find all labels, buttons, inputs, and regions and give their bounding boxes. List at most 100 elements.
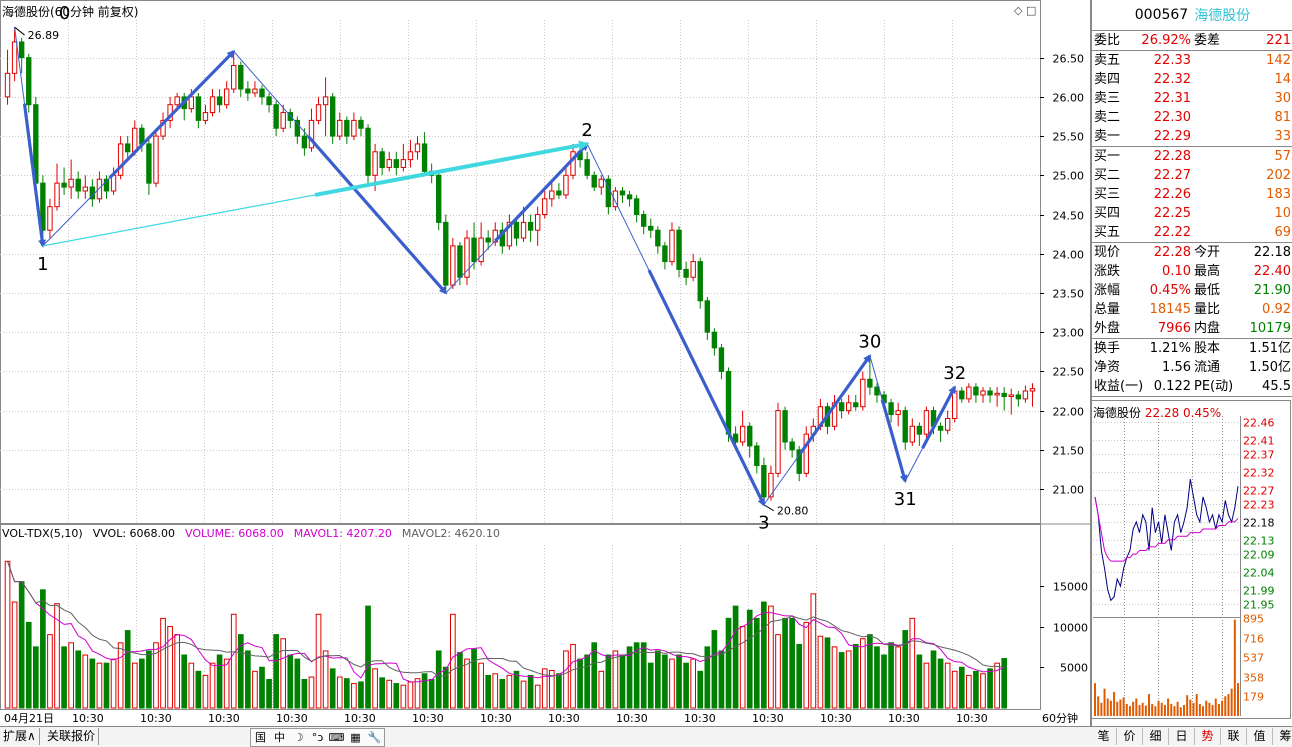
tool-icon[interactable]: ▦ [346,729,365,746]
volume-bar [301,678,308,709]
wave-label: 32 [943,363,966,384]
bid-volume: 69 [1274,225,1291,240]
volume-bar [96,662,103,709]
tool-icon[interactable]: 中 [270,729,289,746]
volume-bar [824,637,831,709]
bid-row: 买三 22.26 183 [1092,185,1292,204]
low-label: 20.80 [777,505,809,518]
volume-bar [838,652,845,709]
volume-bar [379,677,385,709]
tool-icon[interactable]: °ɔ [308,729,327,746]
stat-value: 1.21% [1149,341,1191,356]
tool-icon[interactable]: 🔧 [365,729,384,746]
volume-bar [245,650,251,709]
time-tick-label: 10:30 [72,712,104,725]
related-quote-button[interactable]: 关联报价 [44,728,100,745]
low-marker-line [763,504,775,512]
candle-body [223,88,230,106]
tool-strip: 国中 ☽ °ɔ ⌨ ▦ 🔧 [250,728,385,747]
stat-row: 涨跌 0.10 最高 22.40 [1092,262,1292,281]
side-tab[interactable]: 价 [1117,728,1143,745]
candle-body [747,425,753,447]
candle-body [464,237,470,278]
volume-bar [68,642,74,709]
candle-body [669,229,675,263]
volume-bar [259,666,265,709]
side-tab[interactable]: 联 [1221,728,1247,745]
side-tab[interactable]: 日 [1169,728,1195,745]
tool-icon[interactable]: ⌨ [327,729,346,746]
volume-bar [117,642,124,709]
volume-bar [372,668,378,709]
candle-body [153,135,159,184]
candle-body [697,261,703,302]
candle-body [619,190,626,196]
ask-row: 卖二 22.30 81 [1092,108,1292,127]
stat-row: 现价 22.28 今开 22.18 [1092,243,1292,262]
period-label[interactable]: 60分钟 [1042,710,1078,726]
candle-body [386,159,392,168]
volume-bar [400,684,407,709]
volume-bar [485,674,492,709]
stat-value: 1.51亿 [1249,341,1291,356]
ask-volume: 142 [1266,53,1291,68]
volume-bar [874,646,880,709]
time-tick-label: 10:30 [888,712,920,725]
volume-bar [428,678,435,709]
stat-label: 量比 [1194,302,1221,317]
ask-label: 卖五 [1094,53,1121,68]
stat-value: 0.10 [1162,264,1191,279]
wave-arrow [799,354,872,454]
volume-bar [697,670,704,709]
volume-bar [174,634,181,709]
volume-bar [796,643,803,709]
volume-bar [139,658,145,709]
candle-body [146,143,152,184]
candle-body [895,410,901,416]
candle-body [117,143,124,176]
tool-icon[interactable]: 国 [251,729,270,746]
volume-bar [930,650,937,709]
bid-price: 22.26 [1153,187,1191,202]
stock-code: 000567 [1134,7,1189,23]
side-tab[interactable]: 值 [1247,728,1273,745]
time-tick-label: 10:30 [344,712,376,725]
volume-bar [909,617,916,709]
side-tab[interactable]: 笔 [1091,728,1117,745]
candle-body [54,182,60,208]
candle-body [966,386,972,400]
volume-bar [124,630,131,709]
tool-icon[interactable]: ☽ [289,729,308,746]
ask-book: 卖五 22.33 142 卖四 22.32 14 卖三 22.31 30 卖二 22.30 81 卖一 2… [1092,51,1292,147]
side-tab[interactable]: 细 [1143,728,1169,745]
volume-bar [831,646,838,709]
side-tab[interactable]: 势 [1195,728,1221,745]
time-tick-label: 10:30 [752,712,784,725]
stat-label: 流通 [1194,360,1221,375]
high-marker-line [14,26,25,36]
candle-body [973,386,979,396]
expand-button[interactable]: 扩展∧ [0,728,40,745]
candle-body [11,41,18,74]
volume-bar [662,654,668,709]
candle-body [436,174,442,223]
price-frame [0,0,1041,524]
candle-body [874,386,880,396]
volume-bar [520,680,527,709]
volume-bar [591,642,598,709]
stat-label: 股本 [1194,341,1221,356]
mavol2-value: MAVOL2: 4620.10 [401,527,501,540]
volume-bar [25,621,32,709]
side-tab[interactable]: 筹 [1273,728,1292,745]
intraday-title: 海德股份 22.28 0.45% [1093,404,1221,421]
candle-body [443,221,449,286]
ask-row: 卖一 22.29 33 [1092,127,1292,146]
candle-body [379,151,385,168]
candle-body [909,425,915,443]
ask-price: 22.31 [1153,91,1191,106]
weibi-label: 委比 [1094,33,1121,48]
candle-body [853,402,859,408]
volume-bar [82,654,89,709]
candle-body [245,88,251,94]
stat-row: 净资 1.56 流通 1.50亿 [1092,358,1292,377]
